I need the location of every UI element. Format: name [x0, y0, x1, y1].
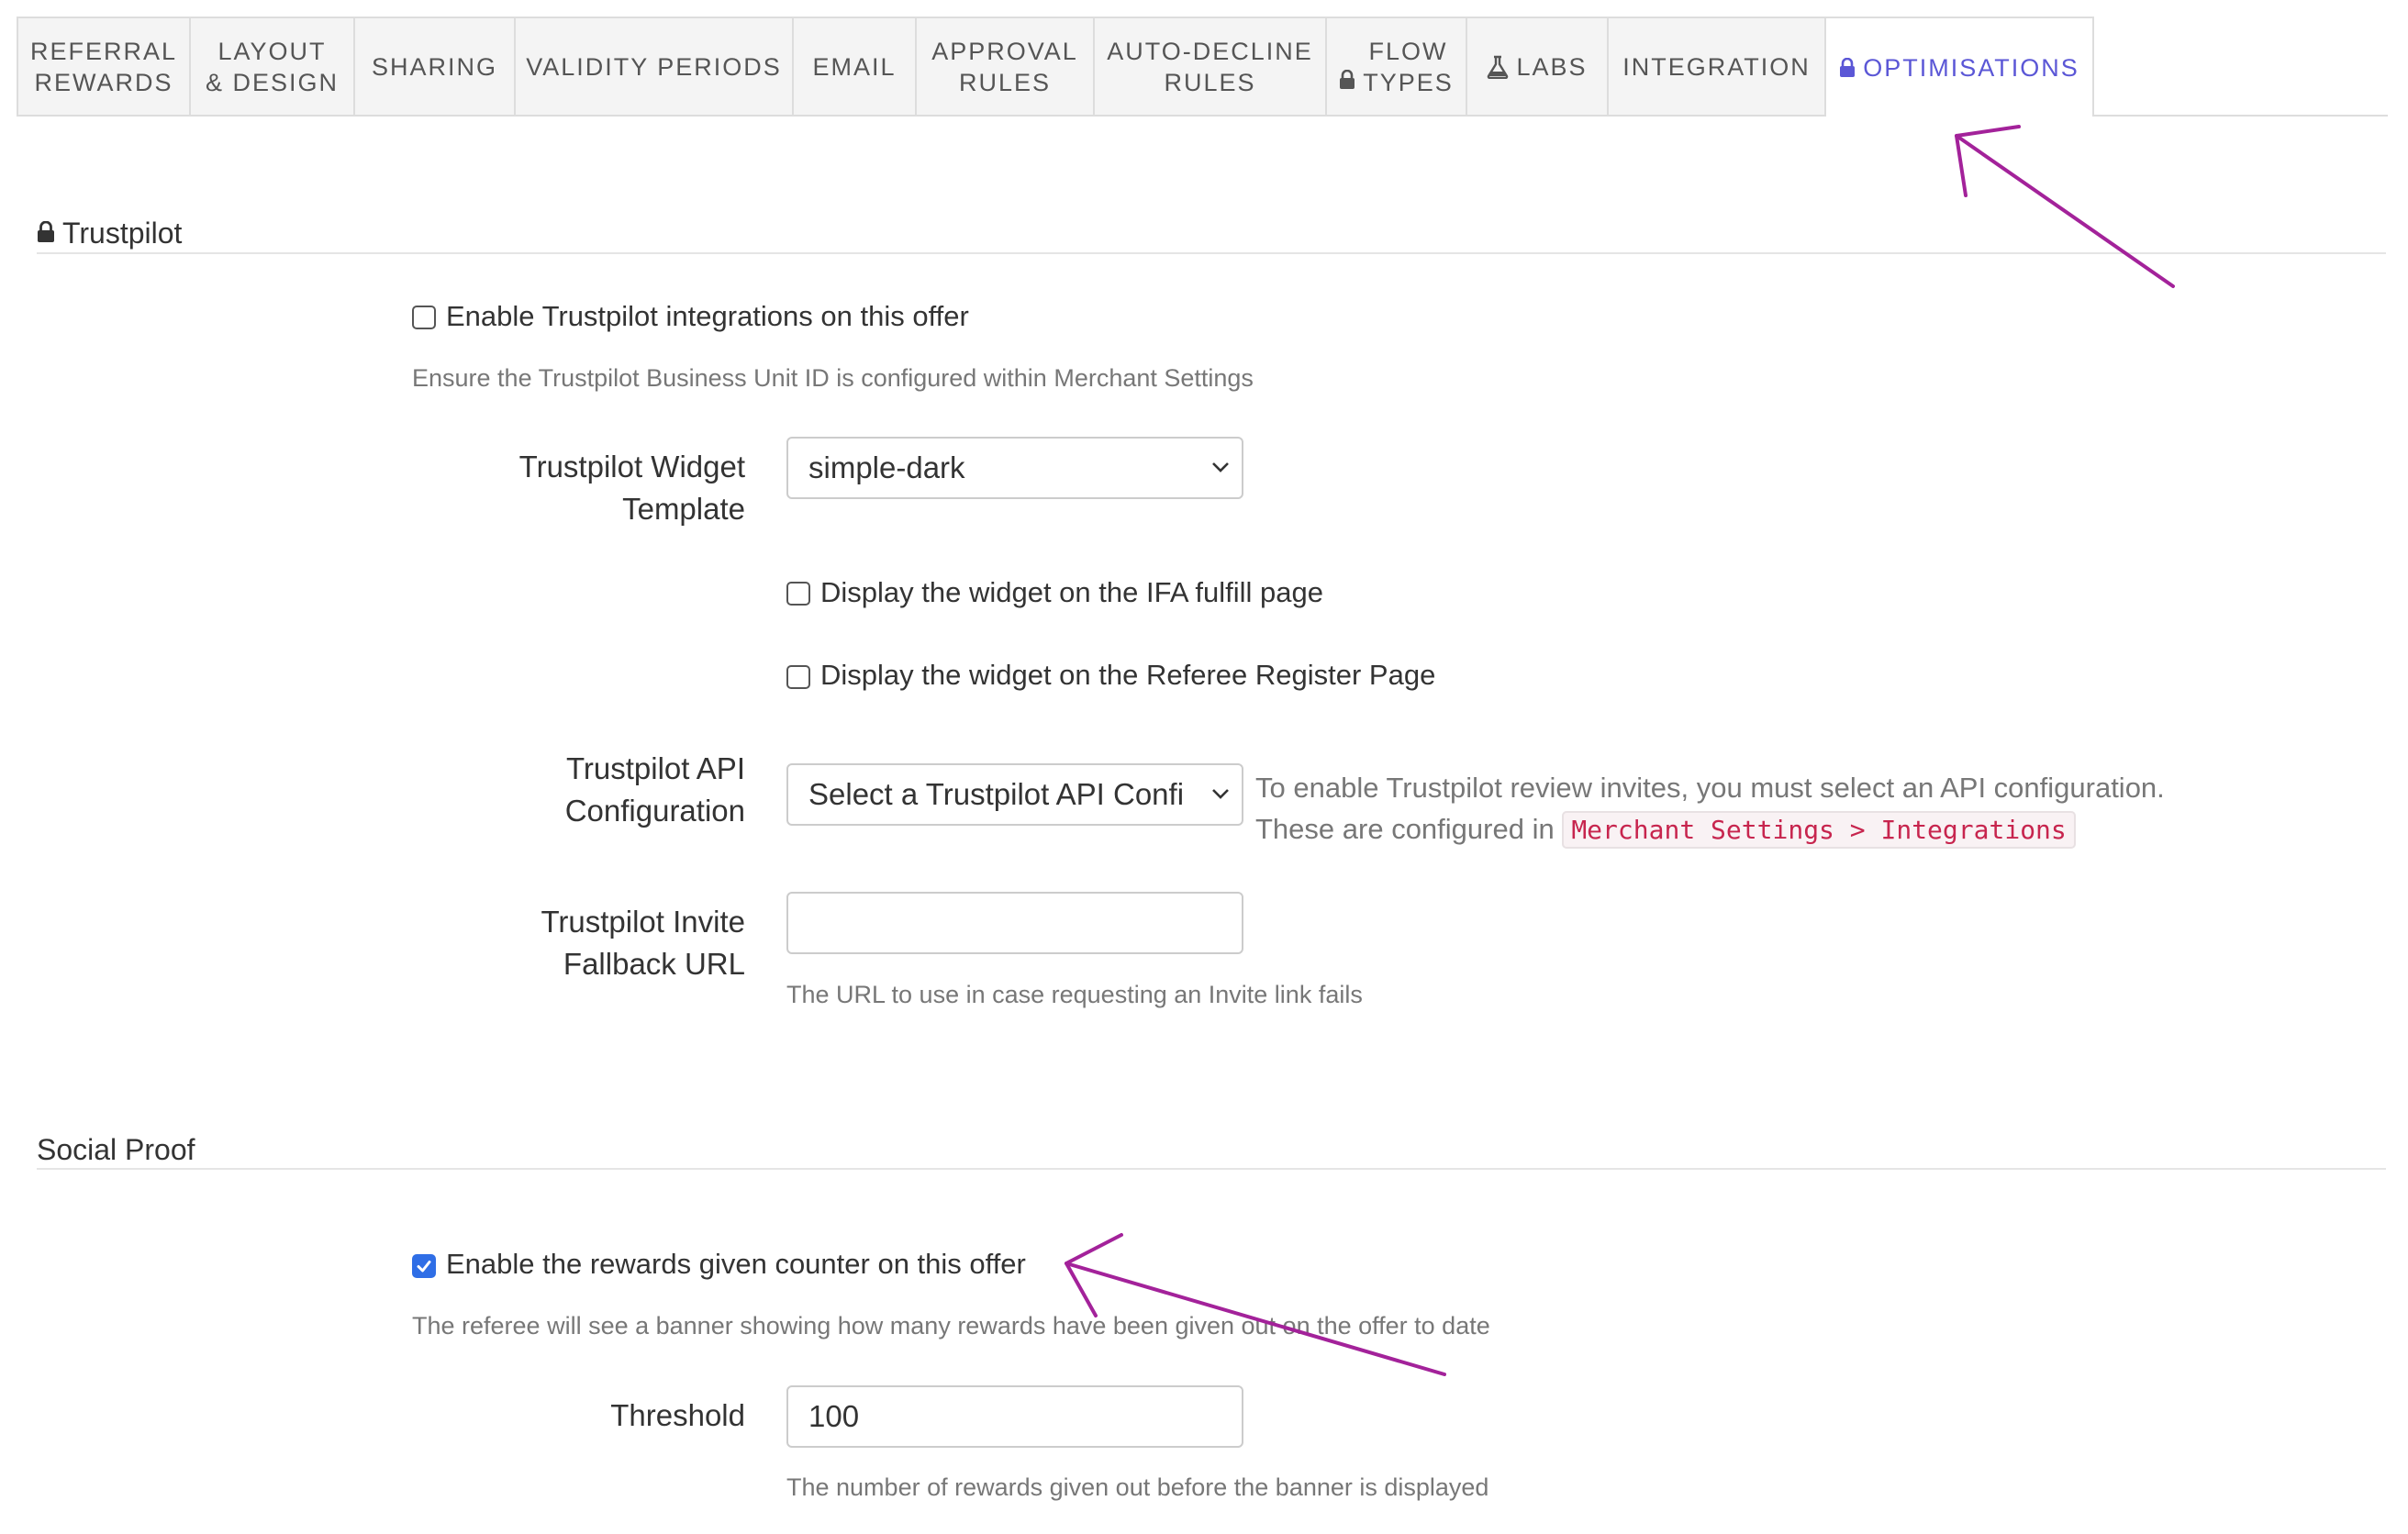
api-config-label: Trustpilot API Configuration: [564, 751, 745, 828]
merchant-settings-path: Merchant Settings > Integrations: [1562, 811, 2076, 849]
section-divider: [37, 1168, 2386, 1170]
widget-template-select[interactable]: simple-dark: [786, 437, 1243, 499]
section-divider: [37, 252, 2386, 254]
enable-rewards-counter-label: Enable the rewards given counter on this…: [446, 1248, 1026, 1280]
display-ifa-label: Display the widget on the IFA fulfill pa…: [820, 576, 1323, 608]
enable-rewards-counter-help: The referee will see a banner showing ho…: [412, 1312, 1490, 1339]
tab-label: EMAIL: [812, 52, 897, 81]
tab-labs[interactable]: LABS: [1467, 17, 1609, 115]
threshold-label: Threshold: [610, 1398, 745, 1432]
tab-optimisations[interactable]: OPTIMISATIONS: [1824, 17, 2094, 117]
tab-label: OPTIMISATIONS: [1863, 53, 2079, 82]
threshold-input[interactable]: 100: [786, 1385, 1243, 1448]
trustpilot-section-title: Trustpilot: [37, 217, 182, 250]
tab-label: AUTO-DECLINE RULES: [1107, 37, 1313, 96]
social-proof-section-title: Social Proof: [37, 1133, 195, 1166]
tab-label: APPROVAL RULES: [931, 37, 1078, 96]
fallback-url-input[interactable]: [786, 892, 1243, 954]
tab-sharing[interactable]: SHARING: [355, 17, 516, 115]
fallback-url-label: Trustpilot Invite Fallback URL: [541, 905, 745, 981]
tab-email[interactable]: EMAIL: [794, 17, 917, 115]
tab-label: VALIDITY PERIODS: [526, 52, 782, 81]
fallback-url-help: The URL to use in case requesting an Inv…: [786, 981, 1363, 1008]
api-config-select[interactable]: Select a Trustpilot API Confi: [786, 763, 1243, 826]
flask-icon: [1487, 24, 1509, 110]
tab-approval-rules[interactable]: APPROVAL RULES: [917, 17, 1095, 115]
enable-trustpilot-help: Ensure the Trustpilot Business Unit ID i…: [412, 364, 1254, 392]
chevron-down-icon: [1212, 462, 1229, 472]
tab-layout-design[interactable]: LAYOUT & DESIGN: [191, 17, 355, 115]
settings-tabs: REFERRAL REWARDS LAYOUT & DESIGN SHARING…: [17, 17, 2388, 117]
tab-auto-decline-rules[interactable]: AUTO-DECLINE RULES: [1095, 17, 1327, 115]
tab-integration[interactable]: INTEGRATION: [1609, 17, 1826, 115]
enable-trustpilot-label: Enable Trustpilot integrations on this o…: [446, 300, 969, 332]
tab-flow-types[interactable]: FLOW TYPES: [1327, 17, 1467, 115]
checkmark-icon: [417, 1261, 431, 1273]
widget-template-label: Trustpilot Widget Template: [518, 450, 745, 526]
tab-label: SHARING: [371, 52, 498, 81]
api-config-note: To enable Trustpilot review invites, you…: [1255, 767, 2165, 850]
tab-label: LAYOUT & DESIGN: [205, 37, 340, 96]
display-referee-label: Display the widget on the Referee Regist…: [820, 659, 1436, 691]
tab-label: LABS: [1516, 52, 1588, 81]
tab-label: REFERRAL REWARDS: [29, 37, 178, 96]
chevron-down-icon: [1212, 789, 1229, 799]
tab-referral-rewards[interactable]: REFERRAL REWARDS: [17, 17, 191, 115]
arrow-to-optimisations-tab: [1955, 125, 2175, 288]
display-ifa-checkbox[interactable]: [786, 582, 810, 606]
threshold-help: The number of rewards given out before t…: [786, 1473, 1489, 1501]
display-referee-checkbox[interactable]: [786, 665, 810, 689]
tab-validity-periods[interactable]: VALIDITY PERIODS: [516, 17, 794, 115]
enable-rewards-counter-checkbox[interactable]: [412, 1254, 436, 1278]
tab-label: INTEGRATION: [1622, 52, 1811, 81]
arrow-to-rewards-counter: [1065, 1233, 1446, 1376]
lock-icon: [37, 217, 55, 250]
lock-icon: [1839, 27, 1856, 109]
tab-label: FLOW TYPES: [1363, 37, 1454, 96]
enable-trustpilot-checkbox[interactable]: [412, 306, 436, 329]
lock-icon: [1339, 39, 1355, 121]
